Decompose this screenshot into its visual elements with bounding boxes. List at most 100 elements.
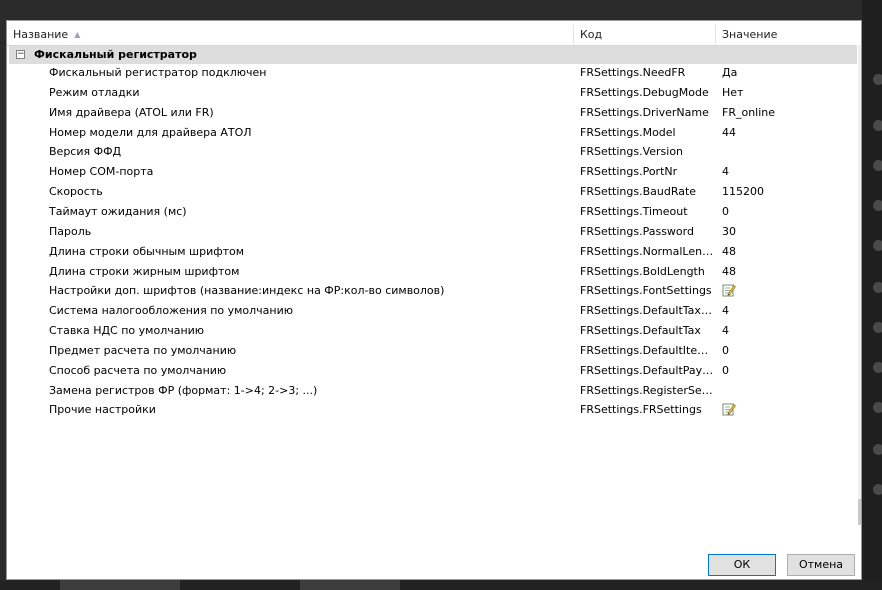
group-row-fiscal-registrar[interactable]: − Фискальный регистратор: [9, 46, 857, 64]
background-dot: [873, 322, 882, 333]
ok-button[interactable]: ОК: [708, 554, 776, 576]
row-value[interactable]: 0: [722, 202, 729, 222]
row-value[interactable]: 4: [722, 301, 729, 321]
table-row[interactable]: Замена регистров ФР (формат: 1->4; 2->3;…: [7, 381, 857, 401]
row-name: Номер COM-порта: [49, 165, 154, 179]
row-code: FRSettings.DefaultTaxMode: [580, 304, 714, 318]
table-row[interactable]: Прочие настройки FRSettings.FRSettings: [7, 400, 857, 420]
row-name: Замена регистров ФР (формат: 1->4; 2->3;…: [49, 383, 318, 397]
table-row[interactable]: Система налогообложения по умолчанию FRSe…: [7, 301, 857, 321]
row-code: FRSettings.DefaultTax: [580, 324, 701, 338]
column-header-value-label: Значение: [722, 28, 778, 41]
column-header-code[interactable]: Код: [574, 25, 716, 45]
grid-header: Название ▲ Код Значение: [7, 25, 857, 46]
row-value[interactable]: Да: [722, 63, 737, 83]
background-dot: [873, 362, 882, 373]
row-value[interactable]: Нет: [722, 83, 743, 103]
table-row[interactable]: Номер COM-порта FRSettings.PortNr 4: [7, 162, 857, 182]
background-right: [862, 0, 882, 590]
edit-icon[interactable]: [722, 283, 736, 297]
row-value[interactable]: 4: [722, 321, 729, 341]
row-name: Режим отладки: [49, 85, 140, 99]
row-code: FRSettings.Timeout: [580, 204, 688, 218]
background-dot: [873, 282, 882, 293]
vertical-scrollbar[interactable]: [858, 45, 861, 525]
row-code: FRSettings.NormalLength: [580, 244, 714, 258]
row-code: FRSettings.Password: [580, 224, 694, 238]
edit-icon[interactable]: [722, 402, 736, 416]
column-header-code-label: Код: [580, 28, 603, 41]
background-dot: [873, 444, 882, 455]
settings-dialog: Название ▲ Код Значение − Фискальный реги…: [6, 20, 862, 580]
table-row[interactable]: Имя драйвера (ATOL или FR) FRSettings.Dri…: [7, 103, 857, 123]
column-header-value[interactable]: Значение: [716, 25, 857, 45]
row-name: Фискальный регистратор подключен: [49, 66, 267, 79]
row-code: FRSettings.Version: [580, 145, 684, 159]
row-name: Система налогообложения по умолчанию: [49, 304, 294, 318]
row-name: Настройки доп. шрифтов (название:индекс …: [49, 284, 445, 298]
cancel-button[interactable]: Отмена: [787, 554, 855, 576]
row-code: FRSettings.BaudRate: [580, 185, 697, 199]
table-row[interactable]: Фискальный регистратор подключен FRSettin…: [7, 63, 857, 83]
table-row[interactable]: Предмет расчета по умолчанию FRSettings.D…: [7, 341, 857, 361]
row-name: Способ расчета по умолчанию: [49, 363, 227, 377]
row-value[interactable]: 115200: [722, 182, 764, 202]
row-code: FRSettings.RegisterSettings: [580, 383, 714, 397]
row-code: FRSettings.Model: [580, 125, 676, 139]
table-row[interactable]: Способ расчета по умолчанию FRSettings.De…: [7, 361, 857, 381]
row-value[interactable]: 0: [722, 361, 729, 381]
row-code: FRSettings.DefaultPayme...: [580, 363, 714, 377]
row-name: Длина строки жирным шрифтом: [49, 264, 240, 278]
table-row[interactable]: Таймаут ожидания (мс) FRSettings.Timeout 0: [7, 202, 857, 222]
table-row[interactable]: Скорость FRSettings.BaudRate 115200: [7, 182, 857, 202]
row-name: Ставка НДС по умолчанию: [49, 324, 205, 338]
row-code: FRSettings.FRSettings: [580, 403, 702, 417]
column-header-name-label: Название: [13, 28, 69, 41]
background-dot: [873, 74, 882, 85]
collapse-icon[interactable]: −: [16, 50, 25, 59]
background-dot: [873, 120, 882, 131]
row-value[interactable]: 30: [722, 222, 736, 242]
row-name: Имя драйвера (ATOL или FR): [49, 105, 214, 119]
background-dot: [873, 160, 882, 171]
row-code: FRSettings.NeedFR: [580, 66, 686, 79]
row-name: Номер модели для драйвера АТОЛ: [49, 125, 252, 139]
row-value[interactable]: 48: [722, 262, 736, 282]
row-name: Пароль: [49, 224, 92, 238]
property-grid: Название ▲ Код Значение − Фискальный реги…: [7, 21, 861, 551]
row-name: Предмет расчета по умолчанию: [49, 343, 237, 357]
row-value[interactable]: FR_online: [722, 103, 775, 123]
table-row[interactable]: Пароль FRSettings.Password 30: [7, 222, 857, 242]
row-value[interactable]: 0: [722, 341, 729, 361]
row-code: FRSettings.PortNr: [580, 165, 678, 179]
row-value[interactable]: 48: [722, 242, 736, 262]
row-name: Длина строки обычным шрифтом: [49, 244, 245, 258]
background-dot: [873, 402, 882, 413]
scrollbar-thumb[interactable]: [858, 499, 861, 525]
row-value[interactable]: 44: [722, 123, 736, 143]
background-dot: [873, 484, 882, 495]
row-name: Версия ФФД: [49, 145, 122, 159]
table-row[interactable]: Режим отладки FRSettings.DebugMode Нет: [7, 83, 857, 103]
row-code: FRSettings.DefaultItemType: [580, 343, 714, 357]
background-dot: [873, 200, 882, 211]
table-row[interactable]: Номер модели для драйвера АТОЛ FRSettings…: [7, 123, 857, 143]
row-value[interactable]: [722, 400, 736, 420]
group-title: Фискальный регистратор: [34, 48, 197, 61]
row-code: FRSettings.FontSettings: [580, 284, 712, 298]
row-name: Таймаут ожидания (мс): [49, 204, 187, 218]
row-code: FRSettings.DebugMode: [580, 85, 709, 99]
table-row[interactable]: Ставка НДС по умолчанию FRSettings.Defaul…: [7, 321, 857, 341]
row-name: Прочие настройки: [49, 403, 156, 417]
table-row[interactable]: Длина строки обычным шрифтом FRSettings.N…: [7, 242, 857, 262]
sort-ascending-icon: ▲: [74, 30, 81, 39]
column-header-name[interactable]: Название ▲: [7, 25, 574, 45]
row-name: Скорость: [49, 185, 103, 199]
row-value[interactable]: 4: [722, 162, 729, 182]
row-value[interactable]: [722, 281, 736, 301]
table-row[interactable]: Версия ФФД FRSettings.Version: [7, 142, 857, 162]
row-code: FRSettings.BoldLength: [580, 264, 705, 278]
table-row[interactable]: Длина строки жирным шрифтом FRSettings.Bo…: [7, 262, 857, 282]
row-code: FRSettings.DriverName: [580, 105, 709, 119]
table-row[interactable]: Настройки доп. шрифтов (название:индекс …: [7, 281, 857, 301]
